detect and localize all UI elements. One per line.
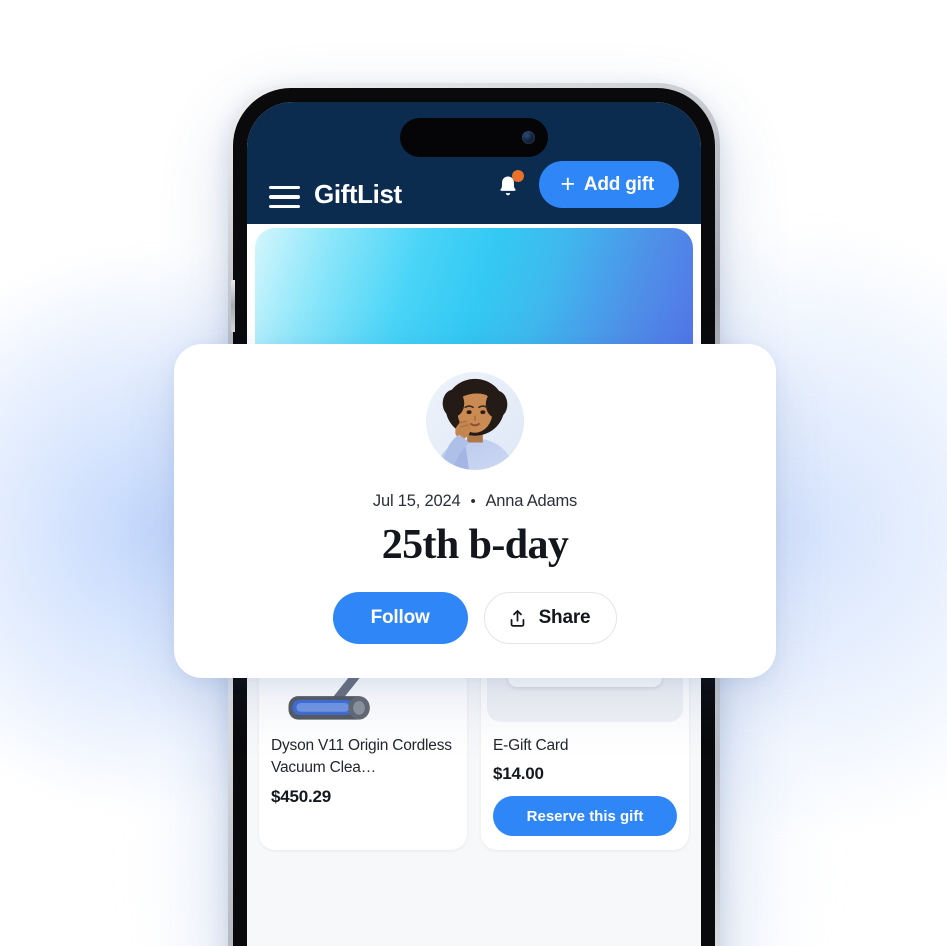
event-owner: Anna Adams xyxy=(485,492,578,510)
product-price: $14.00 xyxy=(493,764,544,784)
notifications-button[interactable] xyxy=(495,169,525,199)
event-title: 25th b-day xyxy=(381,522,569,568)
avatar xyxy=(426,372,524,470)
share-button[interactable]: Share xyxy=(483,592,618,644)
front-camera-icon xyxy=(522,131,535,144)
screenshot-stage: GiftList + Add gift Dyson V11 Origin Cor… xyxy=(0,0,947,946)
hamburger-menu-icon[interactable] xyxy=(269,186,300,208)
dynamic-island xyxy=(400,118,548,157)
add-gift-label: Add gift xyxy=(583,173,654,195)
notification-badge-dot xyxy=(512,169,525,182)
event-date: Jul 15, 2024 xyxy=(372,492,461,510)
product-info: Dyson V11 Origin Cordless Vacuum Clea… $… xyxy=(259,722,467,821)
follow-button[interactable]: Follow xyxy=(332,592,468,644)
event-actions: Follow Share xyxy=(332,592,618,644)
product-price: $450.29 xyxy=(271,786,332,806)
app-brand-title: GiftList xyxy=(314,179,402,209)
product-title: E-Gift Card xyxy=(493,737,569,754)
product-title: Dyson V11 Origin Cordless Vacuum Clea… xyxy=(271,737,452,777)
event-summary-card: Jul 15, 2024 • Anna Adams 25th b-day Fol… xyxy=(174,344,776,678)
add-gift-button[interactable]: + Add gift xyxy=(539,161,679,208)
reserve-gift-button[interactable]: Reserve this gift xyxy=(493,796,677,837)
event-meta: Jul 15, 2024 • Anna Adams xyxy=(373,492,577,511)
volume-up-button[interactable] xyxy=(231,280,235,332)
product-info: E-Gift Card $14.00 Reserve this gift xyxy=(481,722,689,850)
share-upload-icon xyxy=(510,609,524,627)
avatar-photo xyxy=(426,372,524,470)
share-label: Share xyxy=(538,607,591,628)
meta-separator: • xyxy=(470,493,476,510)
header-actions: + Add gift xyxy=(495,161,679,208)
